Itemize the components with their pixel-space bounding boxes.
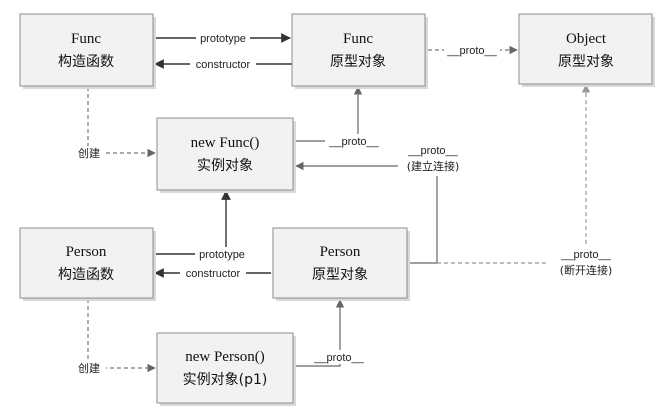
edge-label-func-prototype: prototype xyxy=(200,33,246,45)
edge-personinstance-to-personproto: __proto__ xyxy=(294,299,368,367)
edge-func-constructor: constructor xyxy=(154,57,292,71)
edge-funcproto-to-object: __proto__ xyxy=(428,43,518,57)
edge-label-funcproto-to-object: __proto__ xyxy=(446,45,497,57)
node-person-prototype: Person 原型对象 xyxy=(272,227,410,301)
edge-personproto-to-object: __proto__ (断开连接) xyxy=(437,84,624,280)
edge-label-link: __proto__ xyxy=(407,145,458,157)
edge-create-person: 创建 xyxy=(72,299,156,375)
node-person-constructor-subtitle: 构造函数 xyxy=(58,267,114,283)
node-func-prototype-title: Func xyxy=(343,31,373,47)
edge-label-break: __proto__ xyxy=(560,249,611,261)
edge-create-func: 创建 xyxy=(72,87,156,160)
node-func-prototype: Func 原型对象 xyxy=(291,13,428,89)
node-object-prototype-title: Object xyxy=(566,31,607,47)
node-func-instance-title: new Func() xyxy=(191,135,260,151)
node-func-constructor: Func 构造函数 xyxy=(19,13,156,89)
node-person-prototype-subtitle: 原型对象 xyxy=(312,267,368,283)
node-person-constructor: Person 构造函数 xyxy=(19,227,156,301)
edge-person-constructor: constructor xyxy=(154,266,271,280)
node-func-instance: new Func() 实例对象 xyxy=(156,117,296,193)
node-person-instance-subtitle: 实例对象(p1) xyxy=(183,372,268,388)
node-object-prototype-subtitle: 原型对象 xyxy=(558,54,614,70)
edge-label-person-constructor: constructor xyxy=(186,268,241,280)
node-person-instance-title: new Person() xyxy=(185,349,265,365)
node-func-prototype-subtitle: 原型对象 xyxy=(330,54,386,70)
node-person-constructor-title: Person xyxy=(66,244,107,260)
edge-funcinstance-to-funcproto: __proto__ xyxy=(294,86,383,148)
edge-label-create-person: 创建 xyxy=(78,361,100,375)
edge-person-prototype: prototype xyxy=(153,190,249,261)
edge-label-person-prototype: prototype xyxy=(199,249,245,261)
node-object-prototype: Object 原型对象 xyxy=(518,13,655,87)
node-person-prototype-title: Person xyxy=(320,244,361,260)
edge-note-link: (建立连接) xyxy=(407,159,460,173)
edge-label-func-constructor: constructor xyxy=(196,59,251,71)
edge-label-create-func: 创建 xyxy=(78,146,100,160)
node-func-instance-subtitle: 实例对象 xyxy=(197,158,253,174)
edge-label-personinstance-to-personproto: __proto__ xyxy=(313,352,364,364)
edge-func-prototype: prototype xyxy=(153,31,291,45)
node-person-instance: new Person() 实例对象(p1) xyxy=(156,332,296,406)
edge-note-break: (断开连接) xyxy=(560,263,613,277)
node-func-constructor-subtitle: 构造函数 xyxy=(58,54,114,70)
edge-label-funcinstance-to-funcproto: __proto__ xyxy=(328,136,379,148)
prototype-chain-diagram: prototype constructor __proto__ __proto_… xyxy=(19,13,655,406)
node-func-constructor-title: Func xyxy=(71,31,101,47)
